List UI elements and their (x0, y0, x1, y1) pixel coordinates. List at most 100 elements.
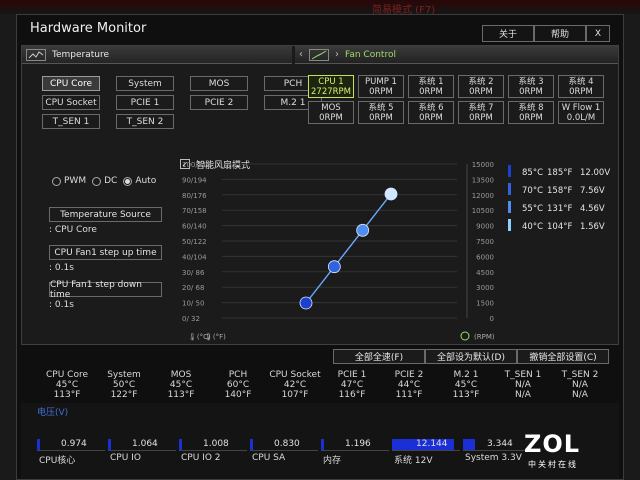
bottom-sensor: M.2 1 45°C 113°F (436, 370, 496, 400)
voltage-fill (250, 439, 254, 450)
voltage-value: 0.974 (61, 439, 87, 449)
sensor-celsius: N/A (515, 380, 531, 390)
sensor-fahrenheit: 107°F (281, 390, 309, 400)
legend-text: 131°F (547, 204, 572, 214)
sensor-fahrenheit: 116°F (338, 390, 366, 400)
y-left-tick: 10/ 50 (182, 300, 204, 308)
voltage-value: 12.144 (416, 439, 448, 449)
voltage-name: CPU IO (110, 453, 141, 463)
sensor-celsius: 45°C (454, 380, 478, 390)
y-right-tick: 3000 (476, 284, 494, 292)
bottom-sensor: System 50°C 122°F (94, 370, 154, 400)
voltage-fill (37, 439, 41, 450)
voltage-value: 3.344 (487, 439, 513, 449)
main-panel: Temperature ‹ › Fan Control CPU Core Syst… (21, 45, 619, 345)
sensor-name: PCH (228, 370, 248, 380)
bottom-sensor: PCIE 1 47°C 116°F (322, 370, 382, 400)
sensor-name: PCIE 1 (337, 370, 367, 380)
legend-text: 85°C (522, 168, 543, 178)
y-left-tick: 0/ 32 (182, 315, 200, 323)
legend-text: 185°F (547, 168, 572, 178)
x-unit-f: 🌡(°F) (204, 333, 226, 341)
undo-all-settings-button[interactable]: 撤销全部设置(C) (517, 349, 609, 364)
bottom-sensor: CPU Socket 42°C 107°F (265, 370, 325, 400)
legend-swatch (508, 183, 511, 195)
y-left-tick: 60/140 (182, 223, 207, 231)
voltage-fill (179, 439, 183, 450)
bottom-sensor: MOS 45°C 113°F (151, 370, 211, 400)
full-speed-all-button[interactable]: 全部全速(F) (333, 349, 425, 364)
voltage-name: CPU核心 (39, 456, 76, 466)
bottom-sensor: PCIE 2 44°C 111°F (379, 370, 439, 400)
legend-text: 55°C (522, 204, 543, 214)
voltage-value: 1.064 (132, 439, 158, 449)
y-left-tick: 100/212 (182, 161, 211, 169)
y-left-tick: 70/158 (182, 207, 207, 215)
sensor-celsius: 60°C (226, 380, 250, 390)
set-all-default-button[interactable]: 全部设为默认(D) (425, 349, 517, 364)
bottom-sensor: T_SEN 1 N/A N/A (493, 370, 553, 400)
hardware-monitor-window: Hardware Monitor 关于 帮助 X Temperature ‹ ›… (16, 14, 624, 480)
legend-text: 40°C (522, 222, 543, 232)
curve-point-2[interactable] (327, 260, 341, 274)
sensor-fahrenheit: N/A (572, 390, 588, 400)
y-left-tick: 90/194 (182, 176, 207, 184)
voltage-bar: 0.830 (250, 439, 318, 451)
legend-text: 1.56V (580, 222, 605, 232)
voltage-name: 系统 12V (394, 456, 433, 466)
legend-swatch (508, 219, 511, 231)
legend-text: 70°C (522, 186, 543, 196)
y-right-tick: 1500 (476, 300, 494, 308)
y-left-tick: 30/ 86 (182, 269, 205, 277)
y-left-tick: 20/ 68 (182, 284, 204, 292)
bottom-sensor: T_SEN 2 N/A N/A (550, 370, 610, 400)
sensor-name: T_SEN 2 (561, 370, 599, 380)
about-button[interactable]: 关于 (482, 25, 534, 42)
legend-swatch (508, 201, 511, 213)
voltage-bar: 0.974 (37, 439, 105, 451)
y-right-tick: 10500 (472, 207, 494, 215)
rpm-unit: (RPM) (474, 333, 495, 341)
y-right-tick: 9000 (476, 223, 494, 231)
sensor-fahrenheit: 111°F (395, 390, 423, 400)
help-button[interactable]: 帮助 (534, 25, 586, 42)
voltage-value: 1.196 (345, 439, 371, 449)
voltage-fill (321, 439, 325, 450)
voltage-bar: 1.064 (108, 439, 176, 451)
y-right-tick: 0 (490, 315, 494, 323)
sensor-name: M.2 1 (453, 370, 479, 380)
legend-text: 12.00V (580, 168, 610, 178)
legend-swatch (508, 165, 511, 177)
voltage-name: System 3.3V (465, 453, 522, 463)
fan-curve-chart[interactable]: 100/212 1500090/194 1350080/176 1200070/158… (22, 46, 620, 346)
sensor-fahrenheit: 113°F (452, 390, 480, 400)
voltage-name: 内存 (323, 456, 342, 466)
voltage-name: CPU IO 2 (181, 453, 221, 463)
curve-point-4[interactable] (384, 187, 398, 201)
sensor-fahrenheit: N/A (515, 390, 531, 400)
sensor-name: T_SEN 1 (504, 370, 542, 380)
legend-text: 104°F (547, 222, 572, 232)
sensor-name: MOS (170, 370, 192, 380)
sensor-fahrenheit: 113°F (167, 390, 195, 400)
zol-logo: ZOL (524, 430, 581, 458)
close-button[interactable]: X (586, 25, 610, 42)
sensor-name: System (107, 370, 141, 380)
sensor-celsius: 44°C (397, 380, 421, 390)
y-right-tick: 6000 (476, 253, 494, 261)
y-right-tick: 7500 (476, 238, 494, 246)
voltage-value: 0.830 (274, 439, 300, 449)
curve-point-3[interactable] (356, 223, 370, 237)
bottom-sensor: PCH 60°C 140°F (208, 370, 268, 400)
sensor-celsius: N/A (572, 380, 588, 390)
sensor-fahrenheit: 140°F (224, 390, 252, 400)
voltage-bar: 1.196 (321, 439, 389, 451)
y-right-tick: 15000 (472, 161, 494, 169)
zol-subtitle: 中关村在线 (528, 460, 578, 469)
sensor-name: PCIE 2 (394, 370, 424, 380)
legend-text: 7.56V (580, 186, 605, 196)
curve-point-1[interactable] (299, 296, 313, 310)
y-left-tick: 80/176 (182, 192, 207, 200)
y-right-tick: 13500 (472, 176, 494, 184)
legend-text: 4.56V (580, 204, 605, 214)
